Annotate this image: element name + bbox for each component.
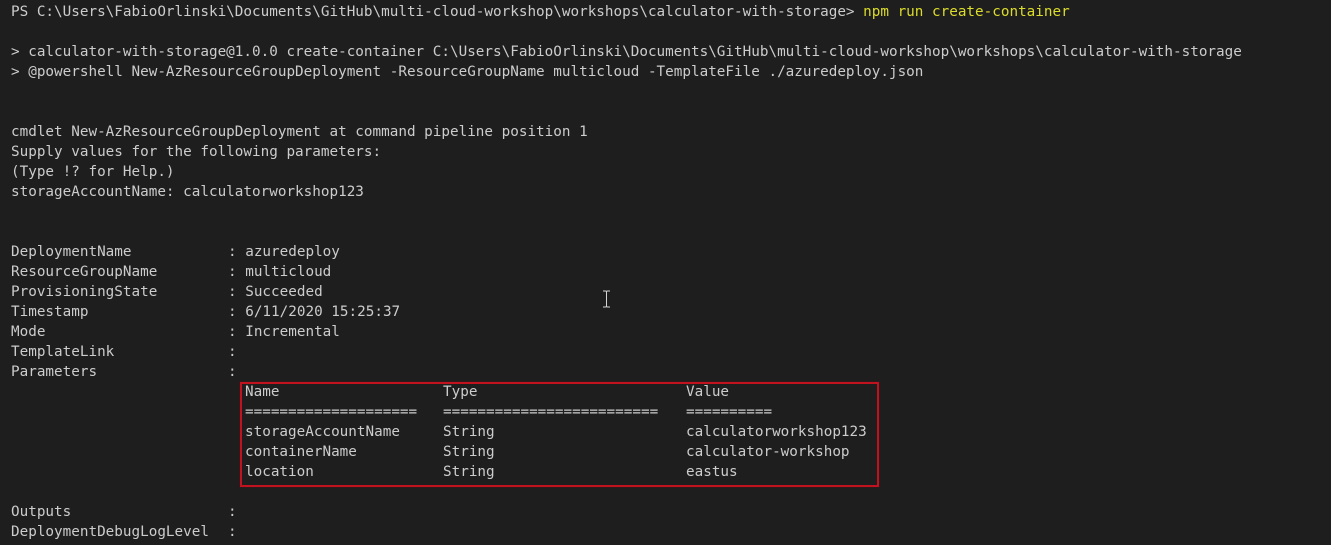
field-key: Mode [11,324,46,340]
param-type: String [443,464,495,480]
field-resource-group-name: ResourceGroupName: multicloud [11,262,331,282]
field-timestamp: Timestamp: 6/11/2020 15:25:37 [11,302,400,322]
field-key: DeploymentName [11,244,132,260]
field-key: TemplateLink [11,344,115,360]
field-debug-log-level: DeploymentDebugLogLevel: [11,522,237,542]
field-parameters: Parameters: [11,362,237,382]
help-hint-line: (Type !? for Help.) [11,164,175,180]
field-separator: : [228,264,246,280]
param-type: String [443,424,495,440]
field-separator: : [228,364,237,380]
field-separator: : [228,524,237,540]
field-key: Timestamp [11,304,89,320]
terminal-output[interactable]: PS C:\Users\FabioOrlinski\Documents\GitH… [0,0,1331,545]
parameter-input-line: storageAccountName: calculatorworkshop12… [11,184,364,200]
field-key: Parameters [11,364,98,380]
field-separator: : [228,324,246,340]
param-value: eastus [686,464,738,480]
param-name: storageAccountName [245,424,400,440]
param-value: calculator-workshop [686,444,850,460]
header-value: Value [686,384,730,400]
field-separator: : [228,304,246,320]
i-beam-cursor-icon [602,290,611,308]
field-key: ResourceGroupName [11,264,158,280]
field-key: Outputs [11,504,72,520]
prompt-path: PS C:\Users\FabioOrlinski\Documents\GitH… [11,4,864,20]
param-value: calculatorworkshop123 [686,424,867,440]
field-key: ProvisioningState [11,284,158,300]
field-mode: Mode: Incremental [11,322,340,342]
field-template-link: TemplateLink: [11,342,237,362]
param-type: String [443,444,495,460]
supply-values-line: Supply values for the following paramete… [11,144,382,160]
separator-type: ========================= [443,404,659,420]
header-name: Name [245,384,280,400]
field-key: DeploymentDebugLogLevel [11,524,209,540]
cmdlet-line: cmdlet New-AzResourceGroupDeployment at … [11,124,588,140]
param-name: location [245,464,314,480]
field-value: Incremental [245,324,340,340]
npm-command-line: > @powershell New-AzResourceGroupDeploym… [11,64,924,80]
field-separator: : [228,284,246,300]
field-provisioning-state: ProvisioningState: Succeeded [11,282,323,302]
separator-value: ========== [686,404,773,420]
prompt-line: PS C:\Users\FabioOrlinski\Documents\GitH… [11,2,1070,22]
npm-script-line: > calculator-with-storage@1.0.0 create-c… [11,44,1242,60]
field-deployment-name: DeploymentName: azuredeploy [11,242,340,262]
header-type: Type [443,384,478,400]
field-separator: : [228,244,246,260]
field-value: azuredeploy [245,244,340,260]
field-separator: : [228,504,237,520]
field-value: Succeeded [245,284,323,300]
field-separator: : [228,344,237,360]
field-outputs: Outputs: [11,502,237,522]
typed-command: npm run create-container [863,4,1070,20]
field-value: 6/11/2020 15:25:37 [245,304,401,320]
param-name: containerName [245,444,357,460]
field-value: multicloud [245,264,332,280]
separator-name: ==================== [245,404,418,420]
